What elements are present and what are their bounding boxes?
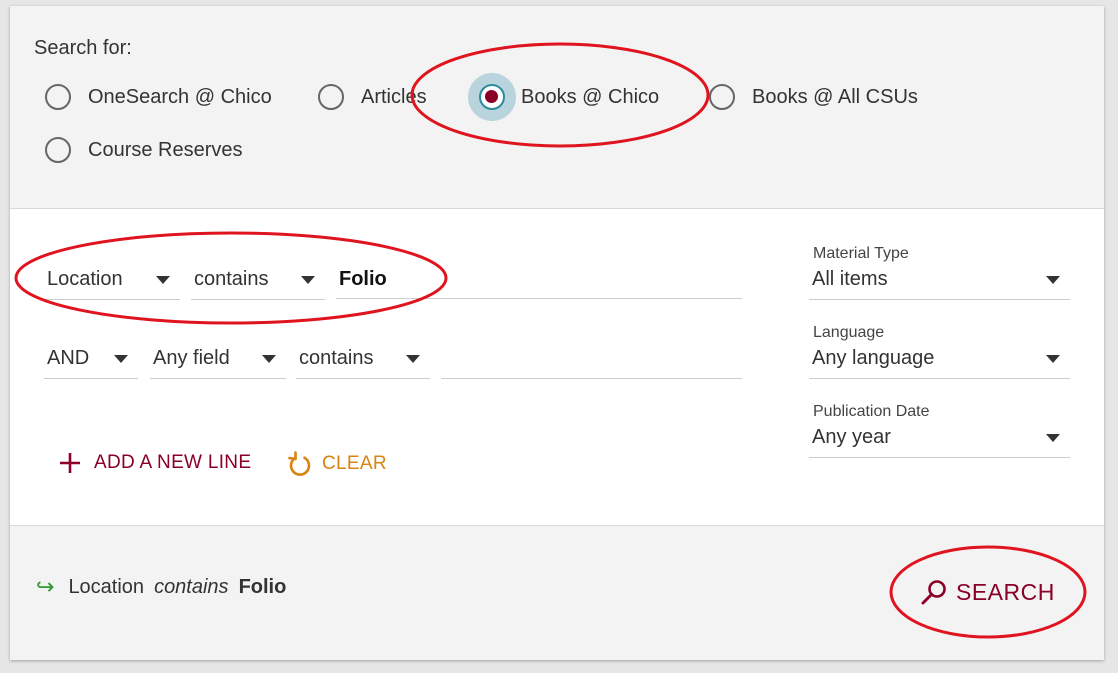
- material-type-select[interactable]: All items: [809, 260, 1070, 300]
- search-for-label: Search for:: [34, 37, 132, 59]
- add-new-line-label: ADD A NEW LINE: [94, 452, 252, 473]
- summary-field: Location: [68, 575, 145, 598]
- input-value: [441, 348, 444, 370]
- select-value: Location: [47, 268, 123, 290]
- publication-date-select[interactable]: Any year: [809, 418, 1070, 458]
- query2-value-input[interactable]: [441, 339, 742, 379]
- radio-books-all-csus[interactable]: Books @ All CSUs: [709, 84, 918, 110]
- radio-course-reserves[interactable]: Course Reserves: [45, 137, 243, 163]
- radio-label: Course Reserves: [88, 138, 243, 161]
- query2-boolean-select[interactable]: AND: [44, 339, 138, 379]
- caret-down-icon: [156, 276, 170, 284]
- return-arrow-icon: ↪: [36, 574, 55, 599]
- radio-circle-icon: [45, 137, 71, 163]
- radio-onesearch-chico[interactable]: OneSearch @ Chico: [45, 84, 272, 110]
- radio-circle-icon: [709, 84, 735, 110]
- caret-down-icon: [1046, 434, 1060, 442]
- caret-down-icon: [1046, 355, 1060, 363]
- radio-label: Articles: [361, 85, 427, 108]
- query1-field-select[interactable]: Location: [44, 260, 180, 300]
- radio-label: Books @ All CSUs: [752, 85, 918, 108]
- query2-operator-select[interactable]: contains: [296, 339, 430, 379]
- caret-down-icon: [1046, 276, 1060, 284]
- plus-icon: [60, 453, 80, 473]
- caret-down-icon: [301, 276, 315, 284]
- language-select[interactable]: Any language: [809, 339, 1070, 379]
- caret-down-icon: [114, 355, 128, 363]
- radio-circle-icon: [45, 84, 71, 110]
- query1-operator-select[interactable]: contains: [191, 260, 325, 300]
- radio-books-chico[interactable]: Books @ Chico: [468, 73, 660, 121]
- reset-icon: [288, 451, 311, 476]
- select-value: Any field: [153, 347, 230, 369]
- add-new-line-button[interactable]: ADD A NEW LINE: [58, 451, 251, 475]
- summary-value: Folio: [238, 575, 287, 598]
- radio-label: OneSearch @ Chico: [88, 85, 272, 108]
- select-value: AND: [47, 347, 90, 369]
- radio-articles[interactable]: Articles: [318, 84, 427, 110]
- summary-operator: contains: [154, 575, 229, 598]
- query1-value-input[interactable]: Folio: [336, 259, 742, 299]
- query2-field-select[interactable]: Any field: [150, 339, 286, 379]
- query-summary: ↪ Location contains Folio: [36, 574, 286, 600]
- radio-circle-icon: [318, 84, 344, 110]
- radio-selected-icon: [479, 84, 505, 110]
- search-icon: [921, 580, 946, 605]
- caret-down-icon: [406, 355, 420, 363]
- input-value: Folio: [339, 268, 387, 290]
- radio-label: Books @ Chico: [521, 85, 660, 108]
- select-value: Any language: [812, 347, 935, 369]
- search-label: SEARCH: [956, 578, 1055, 605]
- select-value: Any year: [812, 426, 891, 448]
- select-value: All items: [812, 268, 888, 290]
- select-value: contains: [194, 268, 269, 290]
- caret-down-icon: [262, 355, 276, 363]
- select-value: contains: [299, 347, 374, 369]
- search-button[interactable]: SEARCH: [920, 578, 1055, 606]
- clear-label: CLEAR: [322, 453, 387, 474]
- clear-button[interactable]: CLEAR: [287, 451, 387, 477]
